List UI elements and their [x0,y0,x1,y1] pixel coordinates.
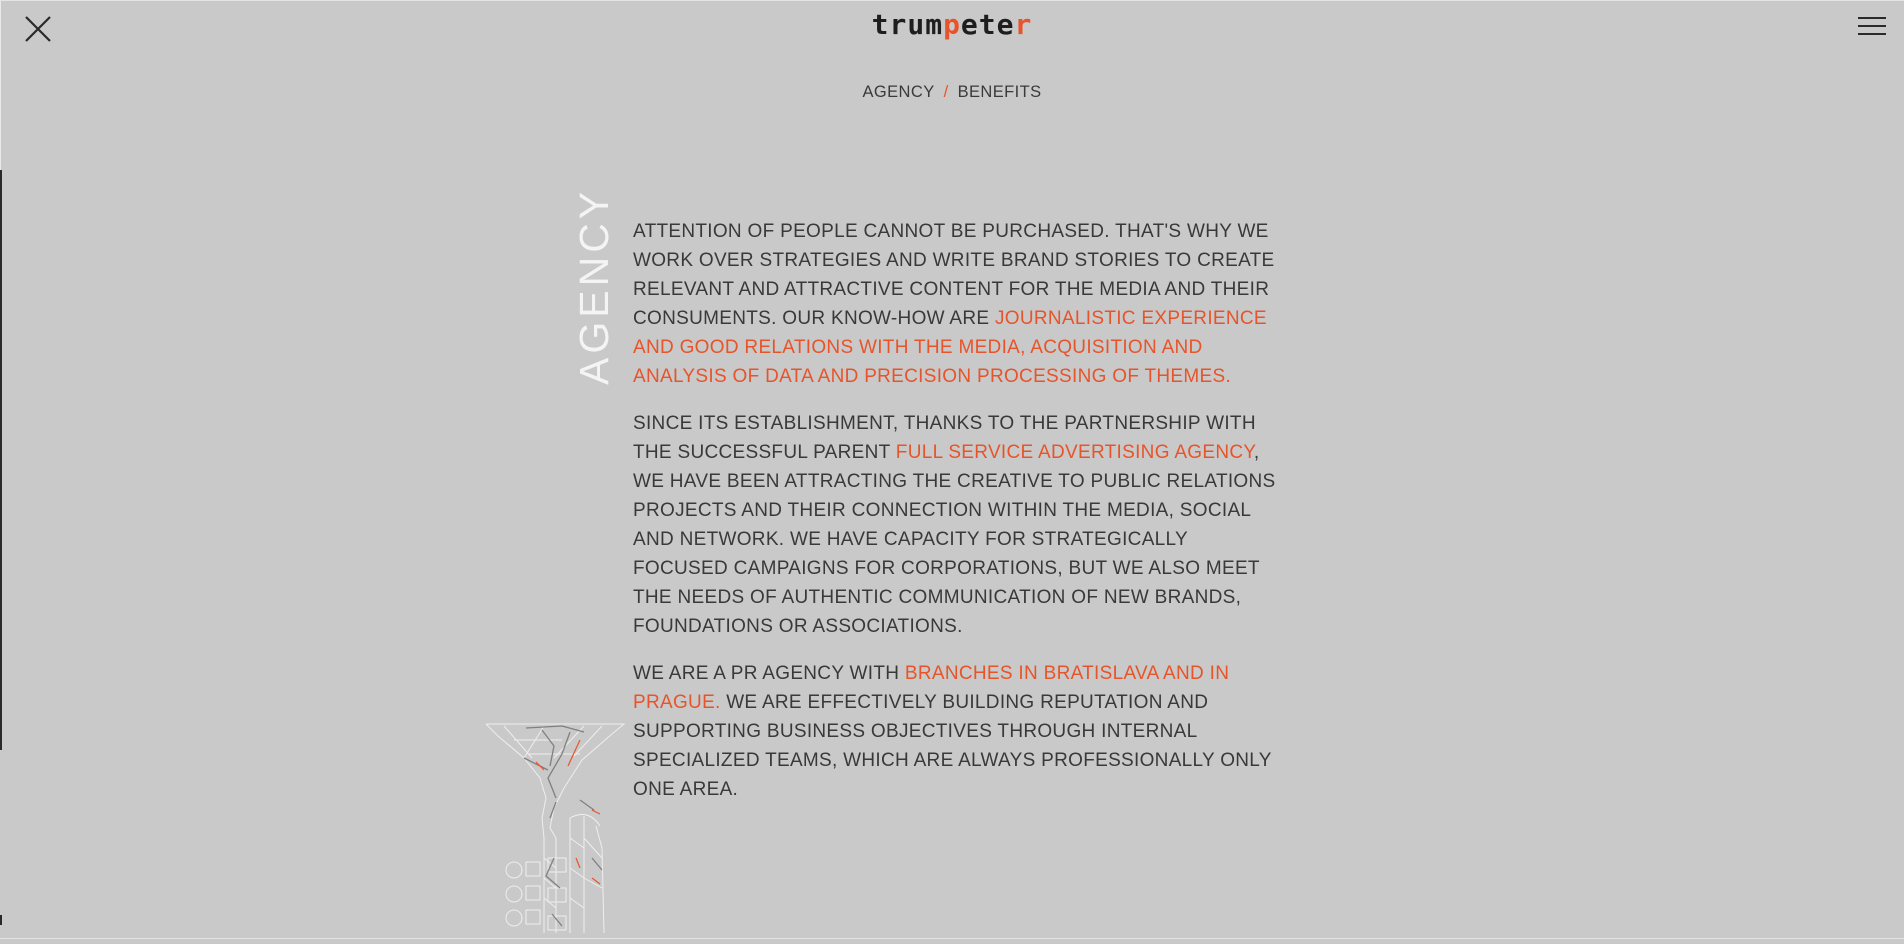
breadcrumb-separator: / [943,83,949,101]
paragraph-history-text-after: , WE HAVE BEEN ATTRACTING THE CREATIVE T… [633,442,1276,637]
breadcrumb-item-agency[interactable]: AGENCY [863,83,935,101]
left-edge-rule [0,170,2,750]
paragraph-branches-text-before: WE ARE A PR AGENCY WITH [633,663,905,684]
paragraph-intro: ATTENTION OF PEOPLE CANNOT BE PURCHASED.… [633,217,1283,391]
brand-logo[interactable]: trumpeter [0,8,1904,41]
trumpet-wireframe-illustration [485,723,626,934]
logo-text-start: trum [871,8,944,41]
paragraph-branches: WE ARE A PR AGENCY WITH BRANCHES IN BRAT… [633,659,1283,804]
paragraph-history: SINCE ITS ESTABLISHMENT, THANKS TO THE P… [633,409,1283,641]
logo-text-middle: ete [960,8,1015,41]
full-service-agency-link[interactable]: FULL SERVICE ADVERTISING AGENCY [896,442,1254,463]
section-title-text: AGENCY [571,187,617,385]
breadcrumb-item-benefits[interactable]: BENEFITS [958,83,1042,101]
hamburger-menu-icon [1858,17,1888,35]
logo-text-accent-end: r [1014,8,1033,41]
menu-button[interactable] [1858,13,1888,39]
left-edge-rule-bottom [0,915,2,925]
main-content: ATTENTION OF PEOPLE CANNOT BE PURCHASED.… [633,217,1283,822]
section-title-vertical: AGENCY [563,188,623,385]
breadcrumb: AGENCY / BENEFITS [0,83,1904,102]
paragraph-branches-text-after: WE ARE EFFECTIVELY BUILDING REPUTATION A… [633,692,1272,800]
trumpet-illustration [484,718,634,939]
logo-text-accent: p [943,8,961,41]
